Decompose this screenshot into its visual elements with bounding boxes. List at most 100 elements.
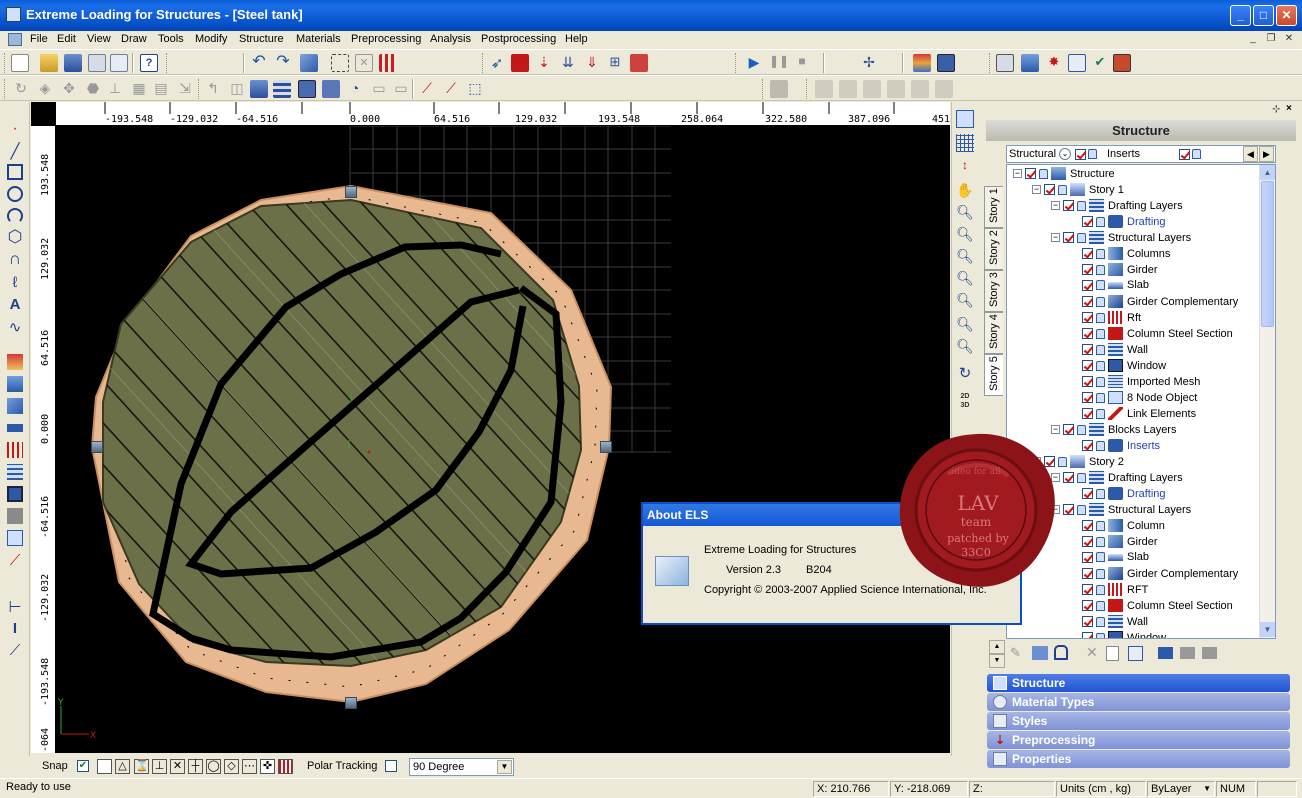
- visibility-checkbox[interactable]: [1025, 168, 1036, 179]
- scroll-thumb[interactable]: [1261, 181, 1274, 327]
- nav-styles[interactable]: Styles: [987, 712, 1290, 730]
- view-2d-icon[interactable]: 2D 3D: [956, 392, 974, 410]
- visibility-checkbox[interactable]: [1082, 344, 1093, 355]
- beam-icon[interactable]: [7, 354, 23, 370]
- connect-icon[interactable]: ✸: [1045, 54, 1063, 72]
- menu-draw[interactable]: Draw: [121, 33, 147, 45]
- menu-preprocessing[interactable]: Preprocessing: [351, 33, 421, 45]
- tank-node-top[interactable]: [345, 186, 357, 198]
- visibility-checkbox[interactable]: [1082, 408, 1093, 419]
- move-layer-right-icon[interactable]: [1202, 647, 1217, 659]
- tree-node[interactable]: Imported Mesh: [1070, 375, 1200, 391]
- tree-node[interactable]: Girder Complementary: [1070, 567, 1238, 583]
- distributed-load-icon[interactable]: ⇓: [583, 54, 601, 72]
- text-icon[interactable]: A: [7, 296, 23, 313]
- scroll-right-button[interactable]: ▶: [1259, 146, 1274, 162]
- visibility-checkbox[interactable]: [1082, 376, 1093, 387]
- visibility-checkbox[interactable]: [1082, 520, 1093, 531]
- snap-nearest-icon[interactable]: ⋯: [242, 759, 257, 774]
- orbit-icon[interactable]: ↻: [956, 364, 974, 382]
- visibility-checkbox[interactable]: [1063, 472, 1074, 483]
- join-icon[interactable]: [322, 80, 340, 98]
- tree-node[interactable]: Link Elements: [1070, 407, 1196, 423]
- maximize-button[interactable]: □: [1253, 5, 1274, 26]
- menu-modify[interactable]: Modify: [195, 33, 227, 45]
- tank-node-bottom[interactable]: [345, 697, 357, 709]
- lock-icon[interactable]: [1096, 216, 1105, 227]
- align-center-icon[interactable]: [839, 80, 857, 98]
- visibility-checkbox[interactable]: [1044, 184, 1055, 195]
- lock-layer-icon[interactable]: [1054, 645, 1068, 660]
- align-left-icon[interactable]: [815, 80, 833, 98]
- fillet-icon[interactable]: ↰: [204, 80, 222, 98]
- align-top-icon[interactable]: [887, 80, 905, 98]
- mdi-minimize-button[interactable]: _: [1246, 33, 1260, 46]
- filter-visible-checkbox[interactable]: [1075, 149, 1086, 160]
- tree-node[interactable]: − Story 1: [1032, 183, 1124, 199]
- toolbar-grip[interactable]: [4, 79, 7, 99]
- divide-icon[interactable]: [273, 80, 291, 98]
- cube-red-icon[interactable]: [511, 54, 529, 72]
- align-icon[interactable]: [770, 80, 788, 98]
- deselect-icon[interactable]: ✕: [355, 54, 373, 72]
- snap-perpendicular-icon[interactable]: ┼: [188, 759, 203, 774]
- array-icon[interactable]: ▦: [130, 80, 148, 98]
- expand-toggle-icon[interactable]: −: [1032, 185, 1041, 194]
- table-icon[interactable]: [1068, 54, 1086, 72]
- expand-toggle-icon[interactable]: −: [1051, 201, 1060, 210]
- mirror-icon[interactable]: ◈: [36, 80, 54, 98]
- visibility-checkbox[interactable]: [1082, 264, 1093, 275]
- tank-node-right[interactable]: [600, 441, 612, 453]
- tree-node[interactable]: Wall: [1070, 615, 1148, 631]
- menu-materials[interactable]: Materials: [296, 33, 341, 45]
- properties-icon[interactable]: [300, 54, 318, 72]
- tab-story-3[interactable]: Story 3: [984, 270, 1003, 312]
- lock-icon[interactable]: [1077, 504, 1086, 515]
- visibility-checkbox[interactable]: [1082, 536, 1093, 547]
- delete-layer-icon[interactable]: ✕: [1086, 644, 1098, 661]
- point-icon[interactable]: ·: [7, 121, 23, 138]
- lock-icon[interactable]: [1096, 328, 1105, 339]
- visibility-checkbox[interactable]: [1063, 504, 1074, 515]
- lock-icon[interactable]: [1096, 616, 1105, 627]
- zoom-window-icon[interactable]: 🔍︎: [956, 270, 974, 288]
- lock-icon[interactable]: [1096, 360, 1105, 371]
- circle-icon[interactable]: [7, 186, 23, 202]
- lock-icon[interactable]: [1096, 248, 1105, 259]
- lock-icon[interactable]: [1096, 344, 1105, 355]
- freehand-icon[interactable]: ∿: [7, 318, 23, 336]
- snap-center-icon[interactable]: ⌛: [134, 759, 149, 774]
- toolbar-grip[interactable]: [735, 53, 738, 73]
- polar-angle-select[interactable]: 90 Degree ▼: [409, 758, 514, 776]
- tree-node[interactable]: Girder: [1070, 535, 1158, 551]
- panel-close-icon[interactable]: ×: [1286, 103, 1292, 114]
- tree-node[interactable]: Column: [1070, 519, 1165, 535]
- tab-story-4[interactable]: Story 4: [984, 312, 1003, 354]
- polygon-icon[interactable]: ⬡: [7, 228, 23, 246]
- column-tool-icon[interactable]: [7, 376, 23, 392]
- pointer-load-icon[interactable]: ➶: [488, 54, 506, 72]
- snap-node-icon[interactable]: ⊥: [152, 759, 167, 774]
- menu-view[interactable]: View: [87, 33, 111, 45]
- visibility-checkbox[interactable]: [1082, 216, 1093, 227]
- visibility-checkbox[interactable]: [1082, 551, 1093, 563]
- new-file-icon[interactable]: [11, 54, 29, 72]
- layer-filter-bar[interactable]: Structural ⌄ Inserts ◀ ▶: [1006, 145, 1276, 163]
- hide-icon[interactable]: ▭: [370, 80, 388, 98]
- lock-icon[interactable]: [1096, 392, 1105, 403]
- lock-icon[interactable]: [1096, 280, 1105, 291]
- menu-help[interactable]: Help: [565, 33, 588, 45]
- axes-icon[interactable]: ↕: [956, 158, 974, 176]
- material-icon[interactable]: [630, 54, 648, 72]
- lock-icon[interactable]: [1077, 232, 1086, 243]
- tree-node[interactable]: RFT: [1070, 583, 1148, 599]
- lock-icon[interactable]: [1077, 472, 1086, 483]
- layer-properties-icon[interactable]: [1032, 646, 1048, 660]
- tree-node[interactable]: 8 Node Object: [1070, 391, 1197, 407]
- window-tool-icon[interactable]: [7, 486, 23, 502]
- expand-toggle-icon[interactable]: −: [1051, 233, 1060, 242]
- visibility-checkbox[interactable]: [1082, 248, 1093, 259]
- toolbar-grip[interactable]: [989, 53, 992, 73]
- tree-node[interactable]: − Drafting Layers: [1051, 471, 1183, 487]
- snap-checkbox[interactable]: ✔: [77, 760, 89, 772]
